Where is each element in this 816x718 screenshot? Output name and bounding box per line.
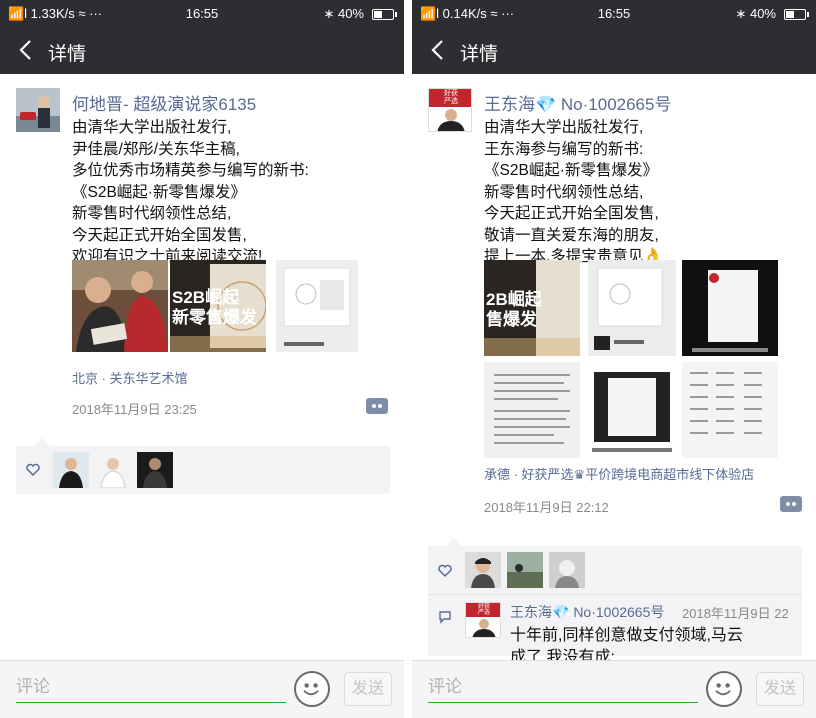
heart-icon xyxy=(438,564,452,578)
battery-icon xyxy=(372,9,397,20)
send-button[interactable]: 发送 xyxy=(756,672,804,706)
post-line: 今天起正式开始全国发售, xyxy=(484,205,659,222)
post-line: 尹佳晨/郑彤/关东华主稿, xyxy=(72,140,240,158)
comment-input-wrap xyxy=(16,673,286,703)
commenter-avatar-text: 好获 严选 xyxy=(466,603,500,617)
book-toc-photo[interactable] xyxy=(682,362,778,458)
liker-avatar[interactable] xyxy=(507,552,543,588)
avatar[interactable]: 好获 严选 xyxy=(428,88,472,132)
book-photo-dark[interactable] xyxy=(682,260,778,356)
nav-bar: 详情 xyxy=(412,28,816,74)
send-button[interactable]: 发送 xyxy=(344,672,392,706)
commenter-name[interactable]: 王东海💎 No·1002665号 xyxy=(510,602,664,622)
location-link[interactable]: 北京 · 关东华艺术馆 xyxy=(72,368,188,387)
liker-avatar[interactable] xyxy=(465,552,501,588)
phone-screen-right: 📶l 0.14K/s ≈ ··· 16:55 ∗ 40% 详情 好获 严选 王东… xyxy=(412,0,816,718)
page-title: 详情 xyxy=(48,44,87,65)
liker-avatar[interactable] xyxy=(95,452,131,488)
post-time: 2018年11月9日 23:25 xyxy=(72,402,197,417)
book-cover-photo[interactable]: S2B崛起 新零售爆发 xyxy=(170,260,266,352)
phone-screen-left: 📶l 1.33K/s ≈ ··· 16:55 ∗ 40% 详情 何地晋- 超级演… xyxy=(0,0,404,718)
comment-input-wrap xyxy=(428,673,698,703)
post-text: 由清华大学出版社发行, 尹佳晨/郑彤/关东华主稿, 多位优秀市场精英参与编写的新… xyxy=(72,117,309,268)
battery-icon xyxy=(784,9,809,20)
book-photo[interactable] xyxy=(588,260,676,356)
book-photo[interactable] xyxy=(276,260,358,352)
comment-bar: 发送 xyxy=(0,660,404,718)
more-icon[interactable] xyxy=(366,398,388,414)
comment-text: 成了,我没有成; xyxy=(510,649,615,660)
comment-text: 十年前,同样创意做支付领域,马云 xyxy=(510,627,743,644)
back-arrow-icon[interactable] xyxy=(428,37,450,63)
liker-avatar[interactable] xyxy=(549,552,585,588)
cover-title: 2B崛起 售爆发 xyxy=(486,290,542,329)
likes-panel xyxy=(16,438,390,494)
book-cover-photo[interactable]: 2B崛起 售爆发 xyxy=(484,260,580,356)
back-arrow-icon[interactable] xyxy=(16,37,38,63)
comment-item[interactable]: 好获 严选 王东海💎 No·1002665号 2018年11月9日 22 十年前… xyxy=(428,594,802,660)
post-line: 王东海参与编写的新书: xyxy=(484,140,644,158)
post-line: 《S2B崛起·新零售爆发》 xyxy=(72,183,246,201)
post-photo-people[interactable] xyxy=(72,260,168,352)
comment-time: 2018年11月9日 22 xyxy=(682,606,789,621)
moment-detail: 何地晋- 超级演说家6135 由清华大学出版社发行, 尹佳晨/郑彤/关东华主稿,… xyxy=(0,74,404,660)
post-line: 由清华大学出版社发行, xyxy=(72,119,232,136)
post-line: 《S2B崛起·新零售爆发》 xyxy=(484,162,658,179)
book-page-photo[interactable] xyxy=(484,362,580,458)
liker-avatar[interactable] xyxy=(137,452,173,488)
liker-avatar[interactable] xyxy=(53,452,89,488)
battery-level: ∗ 40% xyxy=(323,6,364,21)
comment-input[interactable] xyxy=(428,673,698,701)
post-line: 新零售时代纲领性总结, xyxy=(72,205,232,222)
comment-bar: 发送 xyxy=(412,660,816,718)
location-link[interactable]: 承德 · 好获严选♛平价跨境电商超市线下体验店 xyxy=(484,464,754,483)
book-photo[interactable] xyxy=(588,362,676,458)
status-bar: 📶l 0.14K/s ≈ ··· 16:55 ∗ 40% xyxy=(412,0,816,28)
post-line: 由清华大学出版社发行, xyxy=(484,119,644,136)
post-text: 由清华大学出版社发行, 王东海参与编写的新书: 《S2B崛起·新零售爆发》 新零… xyxy=(484,117,663,268)
comment-input[interactable] xyxy=(16,673,286,701)
page-title: 详情 xyxy=(460,44,499,65)
post-line: 多位优秀市场精英参与编写的新书: xyxy=(72,162,309,179)
post-time: 2018年11月9日 22:12 xyxy=(484,500,609,515)
battery-level: ∗ 40% xyxy=(735,6,776,21)
cover-title: S2B崛起 新零售爆发 xyxy=(172,288,257,327)
post-line: 今天起正式开始全国发售, xyxy=(72,226,247,244)
avatar-logo-text: 好获 严选 xyxy=(429,89,471,107)
post-line: 新零售时代纲领性总结, xyxy=(484,183,644,201)
commenter-avatar[interactable]: 好获 严选 xyxy=(465,602,501,638)
avatar[interactable] xyxy=(16,88,60,132)
nav-bar: 详情 xyxy=(0,28,404,74)
more-icon[interactable] xyxy=(780,496,802,512)
moment-detail: 好获 严选 王东海💎 No·1002665号 由清华大学出版社发行, 王东海参与… xyxy=(412,74,816,660)
likes-panel: 好获 严选 王东海💎 No·1002665号 2018年11月9日 22 十年前… xyxy=(428,538,802,660)
heart-icon xyxy=(26,463,40,477)
author-name[interactable]: 何地晋- 超级演说家6135 xyxy=(72,90,256,115)
emoji-icon[interactable] xyxy=(706,671,742,707)
status-bar: 📶l 1.33K/s ≈ ··· 16:55 ∗ 40% xyxy=(0,0,404,28)
author-name[interactable]: 王东海💎 No·1002665号 xyxy=(484,90,671,115)
comment-icon xyxy=(439,611,451,624)
post-line: 敬请一直关爱东海的朋友, xyxy=(484,226,659,244)
emoji-icon[interactable] xyxy=(294,671,330,707)
